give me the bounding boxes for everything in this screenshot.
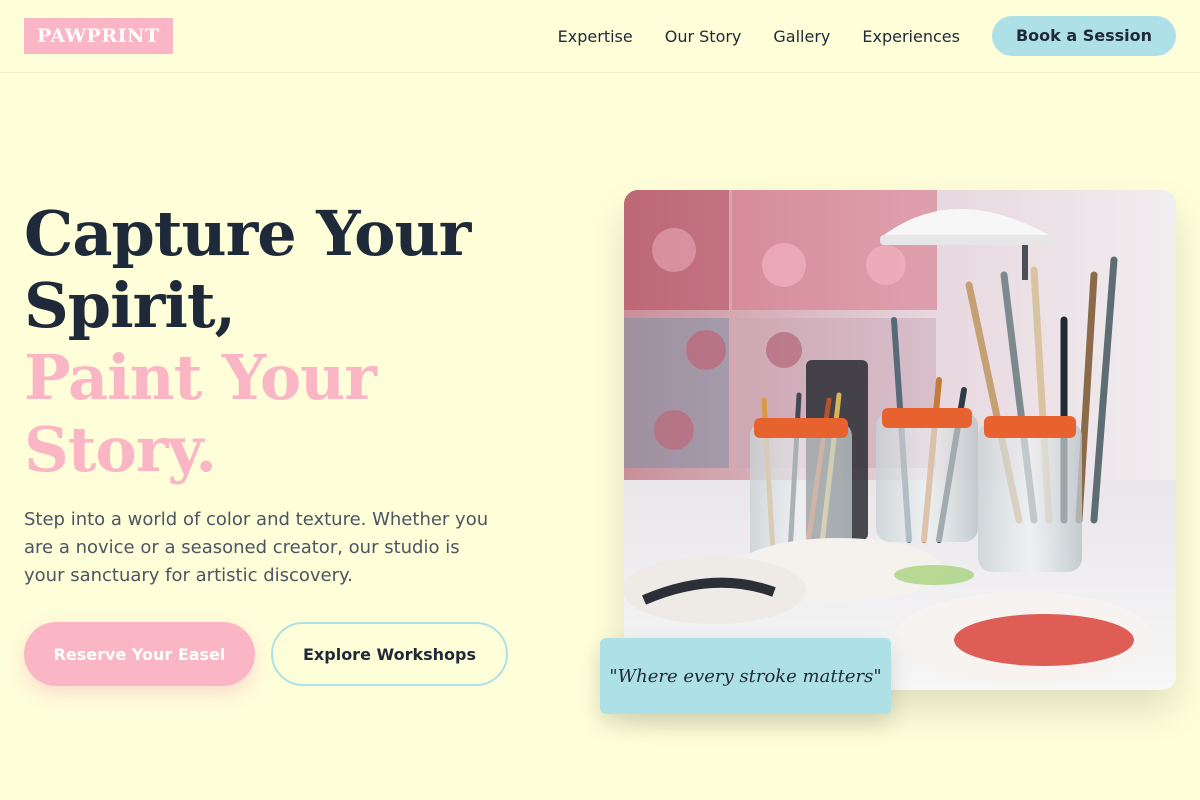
- nav-link-our-story[interactable]: Our Story: [665, 27, 742, 46]
- quote-card: "Where every stroke matters": [600, 638, 891, 714]
- quote-text: "Where every stroke matters": [609, 665, 882, 687]
- paint-brushes-illustration: [624, 190, 1176, 690]
- nav-link-expertise[interactable]: Expertise: [558, 27, 633, 46]
- nav-link-experiences[interactable]: Experiences: [862, 27, 960, 46]
- hero-headline: Capture Your Spirit, Paint Your Story.: [24, 198, 544, 486]
- reserve-easel-button[interactable]: Reserve Your Easel: [24, 622, 255, 686]
- main-nav: Expertise Our Story Gallery Experiences …: [558, 16, 1176, 56]
- logo[interactable]: PAWPRINT: [24, 18, 173, 54]
- nav-link-gallery[interactable]: Gallery: [773, 27, 830, 46]
- book-session-button[interactable]: Book a Session: [991, 16, 1176, 56]
- headline-line-2: Spirit,: [24, 269, 236, 342]
- headline-line-1: Capture Your: [24, 197, 471, 270]
- studio-photo: [624, 190, 1176, 690]
- hero-subtext: Step into a world of color and texture. …: [24, 509, 489, 586]
- headline-line-3: Paint Your: [24, 341, 377, 414]
- site-header: PAWPRINT Expertise Our Story Gallery Exp…: [0, 0, 1200, 73]
- explore-workshops-button[interactable]: Explore Workshops: [271, 622, 508, 686]
- headline-line-4: Story.: [24, 413, 217, 486]
